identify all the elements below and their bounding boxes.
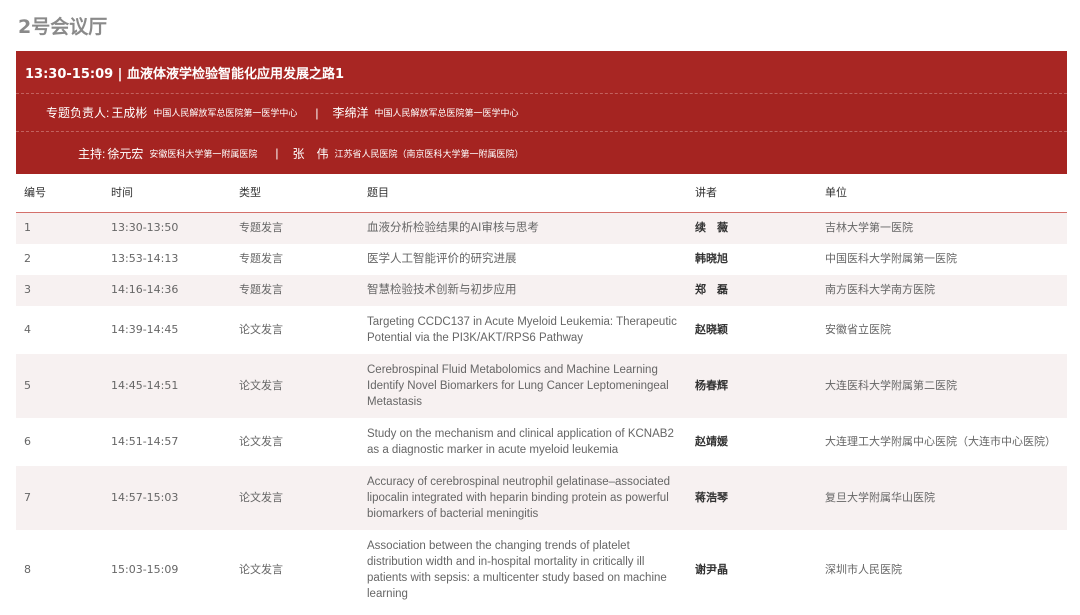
host-org: 安徽医科大学第一附属医院 (149, 148, 258, 159)
cell-unit: 大连理工大学附属中心医院（大连市中心医院） (825, 417, 1067, 466)
cell-speaker: 杨春辉 (695, 353, 825, 418)
hosts-role-label: 主持: (78, 146, 106, 161)
cell-unit: 大连医科大学附属第二医院 (825, 353, 1067, 418)
table-row: 5 14:45-14:51 论文发言 Cerebrospinal Fluid M… (16, 353, 1067, 418)
separator: | (315, 105, 319, 120)
header-type: 类型 (239, 172, 367, 213)
table-row: 7 14:57-15:03 论文发言 Accuracy of cerebrosp… (16, 465, 1067, 530)
session-header: 13:30-15:09 | 血液体液学检验智能化应用发展之路1 专题负责人: 王… (16, 51, 1067, 174)
cell-no: 4 (16, 305, 111, 354)
cell-type: 专题发言 (239, 274, 367, 306)
table-row: 8 15:03-15:09 论文发言 Association between t… (16, 529, 1067, 610)
cell-topic: 智慧检验技术创新与初步应用 (367, 274, 695, 306)
cell-topic: Cerebrospinal Fluid Metabolomics and Mac… (367, 353, 695, 418)
lead-org: 中国人民解放军总医院第一医学中心 (374, 108, 519, 118)
cell-no: 1 (16, 212, 111, 244)
host-org: 江苏省人民医院（南京医科大学第一附属医院） (334, 148, 524, 159)
cell-topic: 医学人工智能评价的研究进展 (367, 243, 695, 275)
lead-name: 李绵洋 (332, 106, 369, 120)
cell-speaker: 蒋浩琴 (695, 465, 825, 530)
cell-no: 8 (16, 529, 111, 610)
schedule-table: 编号 时间 类型 题目 讲者 单位 1 13:30-13:50 专题发言 血液分… (16, 172, 1067, 610)
header-unit: 单位 (825, 172, 1067, 213)
agenda-page: 2号会议厅 13:30-15:09 | 血液体液学检验智能化应用发展之路1 专题… (0, 0, 1080, 615)
cell-time: 14:51-14:57 (111, 417, 239, 466)
cell-unit: 南方医科大学南方医院 (825, 274, 1067, 306)
cell-time: 13:30-13:50 (111, 212, 239, 244)
session-leads-row: 专题负责人: 王成彬 中国人民解放军总医院第一医学中心 | 李绵洋 中国人民解放… (16, 93, 1067, 131)
cell-speaker: 郑 磊 (695, 274, 825, 306)
separator: | (275, 146, 279, 160)
header-time: 时间 (111, 172, 239, 213)
cell-topic: Accuracy of cerebrospinal neutrophil gel… (367, 465, 695, 530)
table-header-row: 编号 时间 类型 题目 讲者 单位 (16, 172, 1067, 213)
cell-type: 论文发言 (239, 417, 367, 466)
host-name: 徐元宏 (107, 146, 144, 161)
lead-name: 王成彬 (111, 106, 148, 120)
cell-type: 专题发言 (239, 243, 367, 275)
session-hosts-row: 主持: 徐元宏 安徽医科大学第一附属医院 | 张 伟 江苏省人民医院（南京医科大… (16, 131, 1067, 174)
cell-no: 7 (16, 465, 111, 530)
cell-unit: 安徽省立医院 (825, 305, 1067, 354)
lead-org: 中国人民解放军总医院第一医学中心 (153, 108, 298, 118)
cell-speaker: 赵晓颖 (695, 305, 825, 354)
table-row: 2 13:53-14:13 专题发言 医学人工智能评价的研究进展 韩晓旭 中国医… (16, 243, 1067, 275)
cell-topic: 血液分析检验结果的AI审核与思考 (367, 212, 695, 244)
cell-speaker: 谢尹晶 (695, 529, 825, 610)
cell-unit: 复旦大学附属华山医院 (825, 465, 1067, 530)
cell-time: 15:03-15:09 (111, 529, 239, 610)
cell-type: 专题发言 (239, 212, 367, 244)
cell-speaker: 续 薇 (695, 212, 825, 244)
cell-type: 论文发言 (239, 305, 367, 354)
cell-type: 论文发言 (239, 353, 367, 418)
host-name: 张 伟 (292, 146, 329, 161)
header-speaker: 讲者 (695, 172, 825, 213)
cell-speaker: 赵靖媛 (695, 417, 825, 466)
cell-type: 论文发言 (239, 529, 367, 610)
cell-type: 论文发言 (239, 465, 367, 530)
cell-time: 14:39-14:45 (111, 305, 239, 354)
cell-time: 13:53-14:13 (111, 243, 239, 275)
table-row: 1 13:30-13:50 专题发言 血液分析检验结果的AI审核与思考 续 薇 … (16, 212, 1067, 244)
cell-unit: 深圳市人民医院 (825, 529, 1067, 610)
cell-no: 5 (16, 353, 111, 418)
hall-title: 2号会议厅 (18, 16, 108, 38)
cell-no: 3 (16, 274, 111, 306)
cell-unit: 中国医科大学附属第一医院 (825, 243, 1067, 275)
header-no: 编号 (16, 172, 111, 213)
cell-time: 14:57-15:03 (111, 465, 239, 530)
leads-role-label: 专题负责人: (46, 106, 110, 120)
table-row: 3 14:16-14:36 专题发言 智慧检验技术创新与初步应用 郑 磊 南方医… (16, 274, 1067, 306)
cell-topic: Targeting CCDC137 in Acute Myeloid Leuke… (367, 305, 695, 354)
cell-time: 14:16-14:36 (111, 274, 239, 306)
cell-unit: 吉林大学第一医院 (825, 212, 1067, 244)
session-title: 13:30-15:09 | 血液体液学检验智能化应用发展之路1 (16, 51, 1067, 93)
cell-time: 14:45-14:51 (111, 353, 239, 418)
cell-speaker: 韩晓旭 (695, 243, 825, 275)
table-row: 4 14:39-14:45 论文发言 Targeting CCDC137 in … (16, 305, 1067, 354)
header-topic: 题目 (367, 172, 695, 213)
cell-no: 2 (16, 243, 111, 275)
cell-topic: Study on the mechanism and clinical appl… (367, 417, 695, 466)
table-row: 6 14:51-14:57 论文发言 Study on the mechanis… (16, 417, 1067, 466)
cell-topic: Association between the changing trends … (367, 529, 695, 610)
cell-no: 6 (16, 417, 111, 466)
